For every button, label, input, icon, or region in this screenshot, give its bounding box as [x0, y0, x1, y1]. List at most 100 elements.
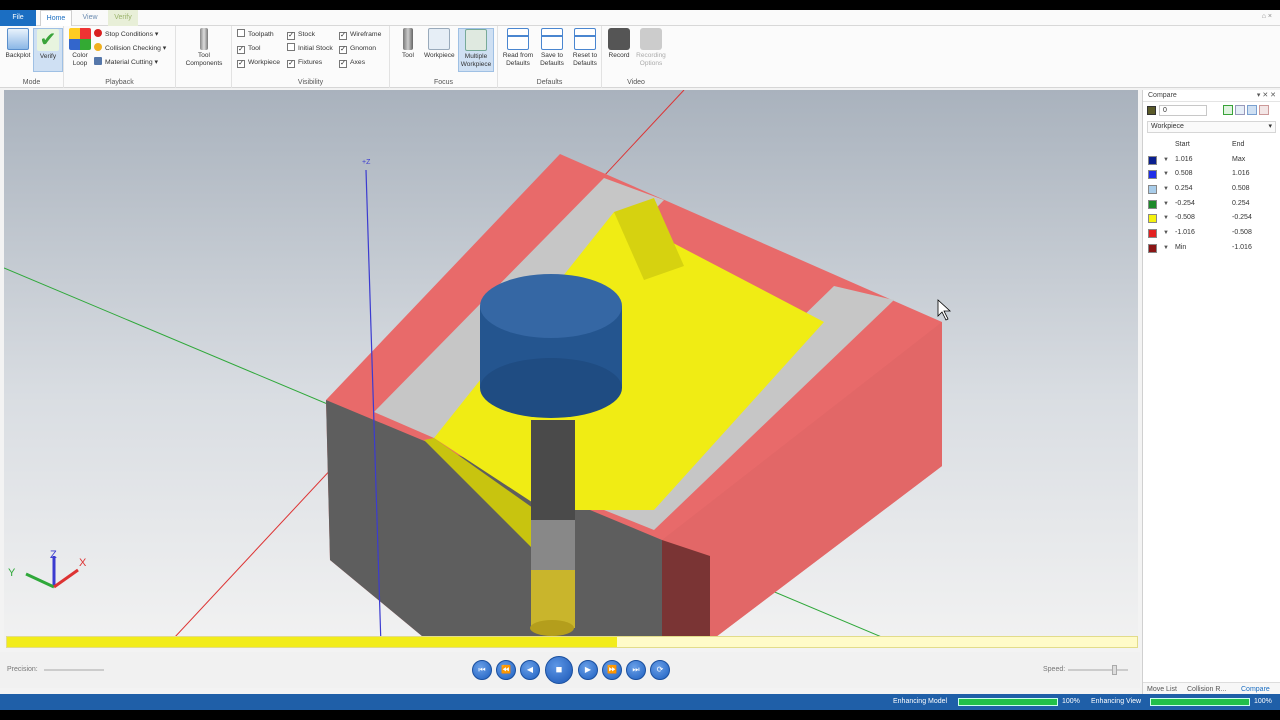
tab-collision-report[interactable]: Collision R... [1187, 686, 1226, 693]
workpiece-checkbox[interactable]: ✓ Workpiece [237, 57, 280, 69]
speed-slider-thumb[interactable] [1112, 665, 1117, 675]
compare-row[interactable]: ▼ 0.508 1.016 [1147, 167, 1276, 182]
color-swatch[interactable] [1148, 185, 1157, 195]
chevron-down-icon[interactable]: ▼ [1163, 241, 1169, 256]
compare-row[interactable]: ▼ Min -1.016 [1147, 241, 1276, 256]
tab-view[interactable]: View [76, 10, 104, 26]
column-header-start: Start [1175, 141, 1190, 148]
color-swatch[interactable] [1148, 229, 1157, 239]
reset-to-defaults-button[interactable]: Reset to Defaults [568, 28, 602, 72]
recording-options-button[interactable]: Recording Options [634, 28, 668, 72]
save-to-defaults-button[interactable]: Save to Defaults [535, 28, 569, 72]
gnomon-checkbox[interactable]: ✓ Gnomon [339, 43, 376, 55]
color-swatch[interactable] [1148, 155, 1157, 165]
focus-workpiece-button[interactable]: Workpiece [424, 28, 455, 72]
record-button[interactable]: Record [604, 28, 634, 72]
chevron-down-icon[interactable]: ▼ [1163, 211, 1169, 226]
collision-icon [94, 43, 102, 51]
tool-checkbox[interactable]: ✓ Tool [237, 43, 260, 55]
compare-row[interactable]: ▼ 1.016 Max [1147, 153, 1276, 168]
speed-slider[interactable] [1068, 669, 1128, 671]
checkbox-checked-icon: ✓ [339, 46, 347, 54]
enhancing-model-percent: 100% [1062, 698, 1080, 705]
loop-button[interactable]: ⟳ [650, 660, 670, 680]
compare-row[interactable]: ▼ -1.016 -0.508 [1147, 226, 1276, 241]
group-label-defaults: Defaults [536, 79, 563, 86]
collision-checking-dropdown[interactable]: Collision Checking ▾ [94, 43, 166, 55]
compare-color-icon[interactable] [1147, 106, 1156, 115]
step-forward-button[interactable]: ⏩ [602, 660, 622, 680]
3d-viewport[interactable]: +Z Z Y X [4, 90, 1138, 646]
compare-row[interactable]: ▼ -0.508 -0.254 [1147, 211, 1276, 226]
tool-components-button[interactable]: Tool Components [181, 28, 227, 72]
settings-icon[interactable] [1259, 105, 1269, 115]
timeline-bar[interactable] [6, 636, 1138, 648]
step-back-button[interactable]: ⏪ [496, 660, 516, 680]
initial-stock-checkbox[interactable]: Initial Stock [287, 43, 333, 55]
enhancing-model-label: Enhancing Model [893, 698, 948, 705]
compare-rows: ▼ 1.016 Max ▼ 0.508 1.016 ▼ 0.254 0.508 ▼ -0.254 0.… [1147, 153, 1276, 256]
range-end: -0.254 [1232, 214, 1252, 222]
chevron-down-icon[interactable]: ▼ [1163, 197, 1169, 212]
read-from-defaults-button[interactable]: Read from Defaults [501, 28, 535, 72]
toolpath-checkbox[interactable]: Toolpath [237, 29, 274, 41]
tab-compare[interactable]: Compare [1241, 686, 1270, 693]
color-swatch[interactable] [1148, 199, 1157, 209]
group-playback: Color Loop Stop Conditions ▾ Collision C… [64, 26, 176, 88]
save-defaults-icon [541, 28, 563, 50]
window-controls[interactable]: ⌂ × [1262, 13, 1272, 20]
gnomon-x-label: X [79, 557, 87, 569]
tab-file[interactable]: File [0, 10, 36, 26]
compare-table: Start End ▼ 1.016 Max ▼ 0.508 1.016 ▼ 0.254 0.50… [1147, 138, 1276, 256]
checkbox-checked-icon: ✓ [287, 32, 295, 40]
axes-checkbox[interactable]: ✓ Axes [339, 57, 365, 69]
play-reverse-button[interactable]: ◀ [520, 660, 540, 680]
fixtures-checkbox[interactable]: ✓ Fixtures [287, 57, 322, 69]
verify-button[interactable]: ✔ Verify [33, 28, 63, 72]
view-mode-active-icon[interactable] [1247, 105, 1257, 115]
status-bar: Enhancing Model 100% Enhancing View 100% [0, 694, 1280, 710]
range-end: 1.016 [1232, 170, 1250, 178]
focus-multiple-workpiece-label: Multiple Workpiece [460, 53, 492, 68]
material-cutting-icon [94, 57, 102, 65]
color-swatch[interactable] [1148, 214, 1157, 224]
focus-multiple-workpiece-button[interactable]: Multiple Workpiece [458, 28, 494, 72]
checkbox-unchecked-icon [237, 29, 245, 37]
workpiece-focus-icon [428, 28, 450, 50]
stop-button[interactable]: ■ [545, 656, 573, 684]
color-loop-button[interactable]: Color Loop [65, 28, 95, 72]
tab-verify[interactable]: Verify [108, 10, 138, 26]
color-swatch[interactable] [1148, 170, 1157, 180]
material-cutting-dropdown[interactable]: Material Cutting ▾ [94, 57, 158, 69]
stock-checkbox[interactable]: ✓ Stock [287, 29, 315, 41]
wireframe-checkbox[interactable]: ✓ Wireframe [339, 29, 381, 41]
tab-home[interactable]: Home [40, 10, 72, 26]
chevron-down-icon[interactable]: ▼ [1163, 167, 1169, 182]
compare-row[interactable]: ▼ -0.254 0.254 [1147, 197, 1276, 212]
enhancing-model-progress [958, 698, 1058, 706]
chevron-down-icon[interactable]: ▼ [1163, 153, 1169, 168]
tab-move-list[interactable]: Move List [1147, 686, 1177, 693]
workpiece-dropdown[interactable]: Workpiece ▾ [1147, 121, 1276, 133]
chevron-down-icon[interactable]: ▼ [1163, 226, 1169, 241]
reset-to-defaults-label: Reset to Defaults [572, 52, 598, 67]
chevron-down-icon[interactable]: ▼ [1163, 182, 1169, 197]
compare-toolbar: 0 [1147, 105, 1276, 117]
play-button[interactable]: ▶ [578, 660, 598, 680]
refresh-icon[interactable] [1223, 105, 1233, 115]
color-swatch[interactable] [1148, 243, 1157, 253]
enhancing-view-label: Enhancing View [1091, 698, 1142, 705]
view-mode-icon[interactable] [1235, 105, 1245, 115]
focus-workpiece-label: Workpiece [424, 52, 455, 59]
backplot-button[interactable]: Backplot [3, 28, 33, 72]
compare-row[interactable]: ▼ 0.254 0.508 [1147, 182, 1276, 197]
focus-tool-button[interactable]: Tool [393, 28, 423, 72]
tolerance-input[interactable]: 0 [1159, 105, 1207, 116]
panel-header-controls[interactable]: ▾ ✕ ✕ [1257, 90, 1276, 102]
go-to-end-button[interactable]: ⏭ [626, 660, 646, 680]
stop-conditions-dropdown[interactable]: Stop Conditions ▾ [94, 29, 158, 41]
precision-slider[interactable] [44, 669, 104, 671]
range-end: 0.254 [1232, 199, 1250, 207]
group-label-focus: Focus [433, 79, 454, 86]
go-to-start-button[interactable]: ⏮ [472, 660, 492, 680]
